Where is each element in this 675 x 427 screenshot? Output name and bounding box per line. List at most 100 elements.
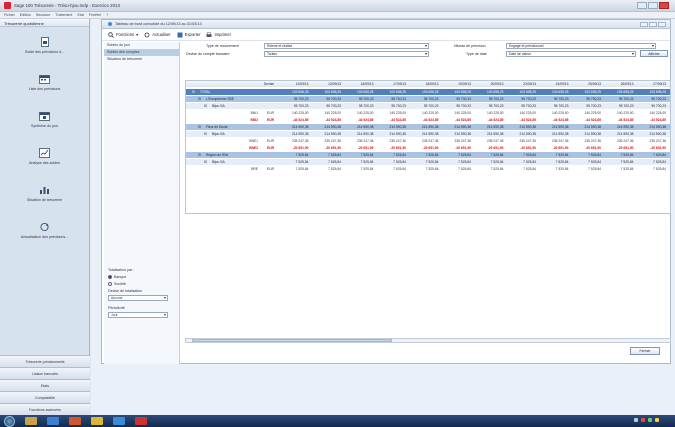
expand-toggle-icon[interactable]: ⊟ [204, 159, 210, 165]
table-row[interactable]: ⊟ Région de l'Est 7 525,84 7 525,84 7 525,84… [186, 152, 670, 158]
module-comptabilite[interactable]: Comptabilité [0, 391, 90, 403]
browser-icon[interactable] [47, 417, 59, 425]
column-header-date[interactable]: 12/09/13 [278, 81, 311, 87]
table-row[interactable]: ⊟ Bijou SA 7 525,84 7 525,84 7 525,84 7 525,8… [186, 159, 670, 165]
report-soldes-du-jour[interactable]: Soldes du jour [104, 42, 179, 49]
menu-help[interactable]: ? [106, 13, 108, 17]
tray-icon[interactable] [648, 418, 652, 422]
table-row[interactable]: ⊟ Bijou SA 214 590,38 214 590,38 214 590,38 2… [186, 131, 670, 137]
menu-edition[interactable]: Edition [20, 13, 31, 17]
column-header-date[interactable]: 25/09/13 [571, 81, 604, 87]
devise-select[interactable]: Aucune [108, 295, 168, 301]
close-window-button[interactable] [659, 2, 669, 9]
refresh-button[interactable]: Actualiser [144, 32, 171, 38]
table-row[interactable]: ⊟ TOTAL 103 698,25 103 698,25 103 698,25 103 … [186, 89, 670, 95]
dashboard-maximize-button[interactable] [649, 22, 657, 27]
minimize-button[interactable] [637, 2, 647, 9]
niveau-label: Niveau de précision [454, 44, 486, 48]
balance-cell: 7 525,84 [425, 160, 439, 164]
export-button[interactable]: Exporter [177, 32, 200, 38]
sidebar-item-analyse-soldes[interactable]: Analyse des soldes [0, 138, 89, 175]
row-account-code [236, 89, 260, 95]
word-icon[interactable] [113, 417, 125, 425]
balance-cell: 7 525,84 [360, 167, 374, 171]
horizontal-scrollbar[interactable] [185, 338, 671, 343]
table-row[interactable]: BNE2 EUR -20 651,90 -20 651,90 -20 651,90 -20… [186, 145, 670, 151]
sidebar-item-situation-tresorerie[interactable]: Situation de trésorerie [0, 175, 89, 212]
balance-cell: 103 698,25 [486, 90, 504, 94]
balances-grid: Devise 12/09/13 13/09/13 16/09/13 17/09/13 18… [185, 80, 671, 214]
scrollbar-thumb[interactable] [192, 339, 392, 342]
balance-cell: 7 525,84 [653, 153, 666, 157]
periodicite-select[interactable]: Jour [108, 312, 168, 318]
report-situation-tresorerie[interactable]: Situation de trésorerie [104, 56, 179, 63]
fermer-button[interactable]: Fermer [630, 347, 660, 355]
expand-toggle-icon[interactable]: ⊟ [198, 152, 204, 158]
menu-traitement[interactable]: Traitement [55, 13, 72, 17]
expand-toggle-icon[interactable]: ⊟ [192, 89, 198, 95]
table-row[interactable]: BNI1 EUR 140 225,00 140 225,00 140 225,00 140… [186, 110, 670, 116]
mouvement-select[interactable]: Relevé et réalisé [264, 43, 429, 49]
menu-fenetre[interactable]: Fenêtre [89, 13, 101, 17]
balance-cell: 235 247,36 [616, 139, 634, 143]
module-liaison-bancaire[interactable]: Liaison bancaire [0, 367, 90, 379]
dashboard-close-button[interactable] [658, 22, 666, 27]
tray-icon[interactable] [655, 418, 659, 422]
mail-icon[interactable] [91, 417, 103, 425]
tray-icon[interactable] [641, 418, 645, 422]
start-orb-icon[interactable] [4, 415, 15, 427]
functions-button[interactable]: Fonctions ▾ [108, 31, 138, 38]
table-row[interactable]: ⊟ L'Européenne SBE 95 700,23 95 700,23 95 70… [186, 96, 670, 102]
radio-banque[interactable]: Banque [108, 273, 176, 280]
expand-toggle-icon[interactable]: ⊟ [198, 124, 204, 130]
column-header-date[interactable]: 18/09/13 [408, 81, 441, 87]
sidebar-item-solde-previsions[interactable]: Solde des prévisions d... [0, 27, 89, 64]
menu-structure[interactable]: Structure [36, 13, 51, 17]
column-header-date[interactable]: 13/09/13 [311, 81, 344, 87]
sidebar-item-liste-previsions[interactable]: Liste des prévisions [0, 64, 89, 101]
module-tresorerie-previsionnelle[interactable]: Trésorerie prévisionnelle [0, 355, 90, 367]
sage-taskbar-icon[interactable] [135, 417, 147, 425]
tray-icon[interactable] [634, 418, 638, 422]
sidebar-item-synthese-jour[interactable]: Synthèse du jour [0, 101, 89, 138]
table-row[interactable]: BNE1 EUR 235 247,36 235 247,36 235 247,36 235… [186, 138, 670, 144]
column-header-date[interactable]: 17/09/13 [376, 81, 409, 87]
column-header-date[interactable]: 26/09/13 [603, 81, 636, 87]
column-header-date[interactable]: 23/09/13 [506, 81, 539, 87]
menu-fichier[interactable]: Fichier [4, 13, 15, 17]
column-header-date[interactable]: 20/09/13 [473, 81, 506, 87]
sidebar-item-actualisation[interactable]: Actualisation des prévisions... [0, 212, 89, 249]
module-etats[interactable]: Etats [0, 379, 90, 391]
expand-toggle-icon[interactable]: ⊟ [204, 103, 210, 109]
column-header-date[interactable]: 16/09/13 [343, 81, 376, 87]
filters-area: Type de mouvement Relevé et réalisé Nive… [184, 42, 670, 72]
column-header-date[interactable]: 27/09/13 [636, 81, 669, 87]
folder-icon[interactable] [25, 417, 37, 425]
dashboard-minimize-button[interactable] [640, 22, 648, 27]
niveau-select[interactable]: Engagé et prévisionnel [506, 43, 656, 49]
print-button[interactable]: Imprimer [206, 31, 231, 38]
table-row[interactable]: BRE EUR 7 525,84 7 525,84 7 525,84 7 525,84 7 … [186, 166, 670, 172]
display-button[interactable]: Afficher [640, 50, 668, 57]
balance-cell: 7 525,84 [588, 153, 601, 157]
balance-cell: 7 525,84 [523, 160, 536, 164]
table-row[interactable]: ⊟ Fleur de Ducte 214 590,38 214 590,38 214 5… [186, 124, 670, 130]
radio-societe[interactable]: Société [108, 280, 176, 287]
maximize-button[interactable] [648, 2, 658, 9]
periodicite-label: Périodicité [108, 305, 125, 310]
column-header-date[interactable]: 24/09/13 [538, 81, 571, 87]
compte-select[interactable]: Toutes [264, 51, 429, 57]
module-fonctions-avancees[interactable]: Fonctions avancées [0, 403, 90, 415]
media-icon[interactable] [69, 417, 81, 425]
column-header-date[interactable]: 19/09/13 [441, 81, 474, 87]
report-soldes-des-comptes[interactable]: Soldes des comptes [104, 49, 179, 56]
expand-toggle-icon[interactable]: ⊟ [204, 131, 210, 137]
table-row[interactable]: ⊟ Bijou SA 95 700,23 95 700,23 95 700,23 95 7… [186, 103, 670, 109]
column-header-devise[interactable]: Devise [248, 81, 276, 87]
date-select[interactable]: Date de valeur [506, 51, 636, 57]
balance-cell: 95 700,23 [456, 104, 471, 108]
expand-toggle-icon[interactable]: ⊟ [198, 96, 204, 102]
magnifier-icon [108, 31, 114, 38]
table-row[interactable]: BNI2 EUR -44 524,85 -44 524,85 -44 524,85 -44… [186, 117, 670, 123]
menu-etat[interactable]: Etat [77, 13, 83, 17]
